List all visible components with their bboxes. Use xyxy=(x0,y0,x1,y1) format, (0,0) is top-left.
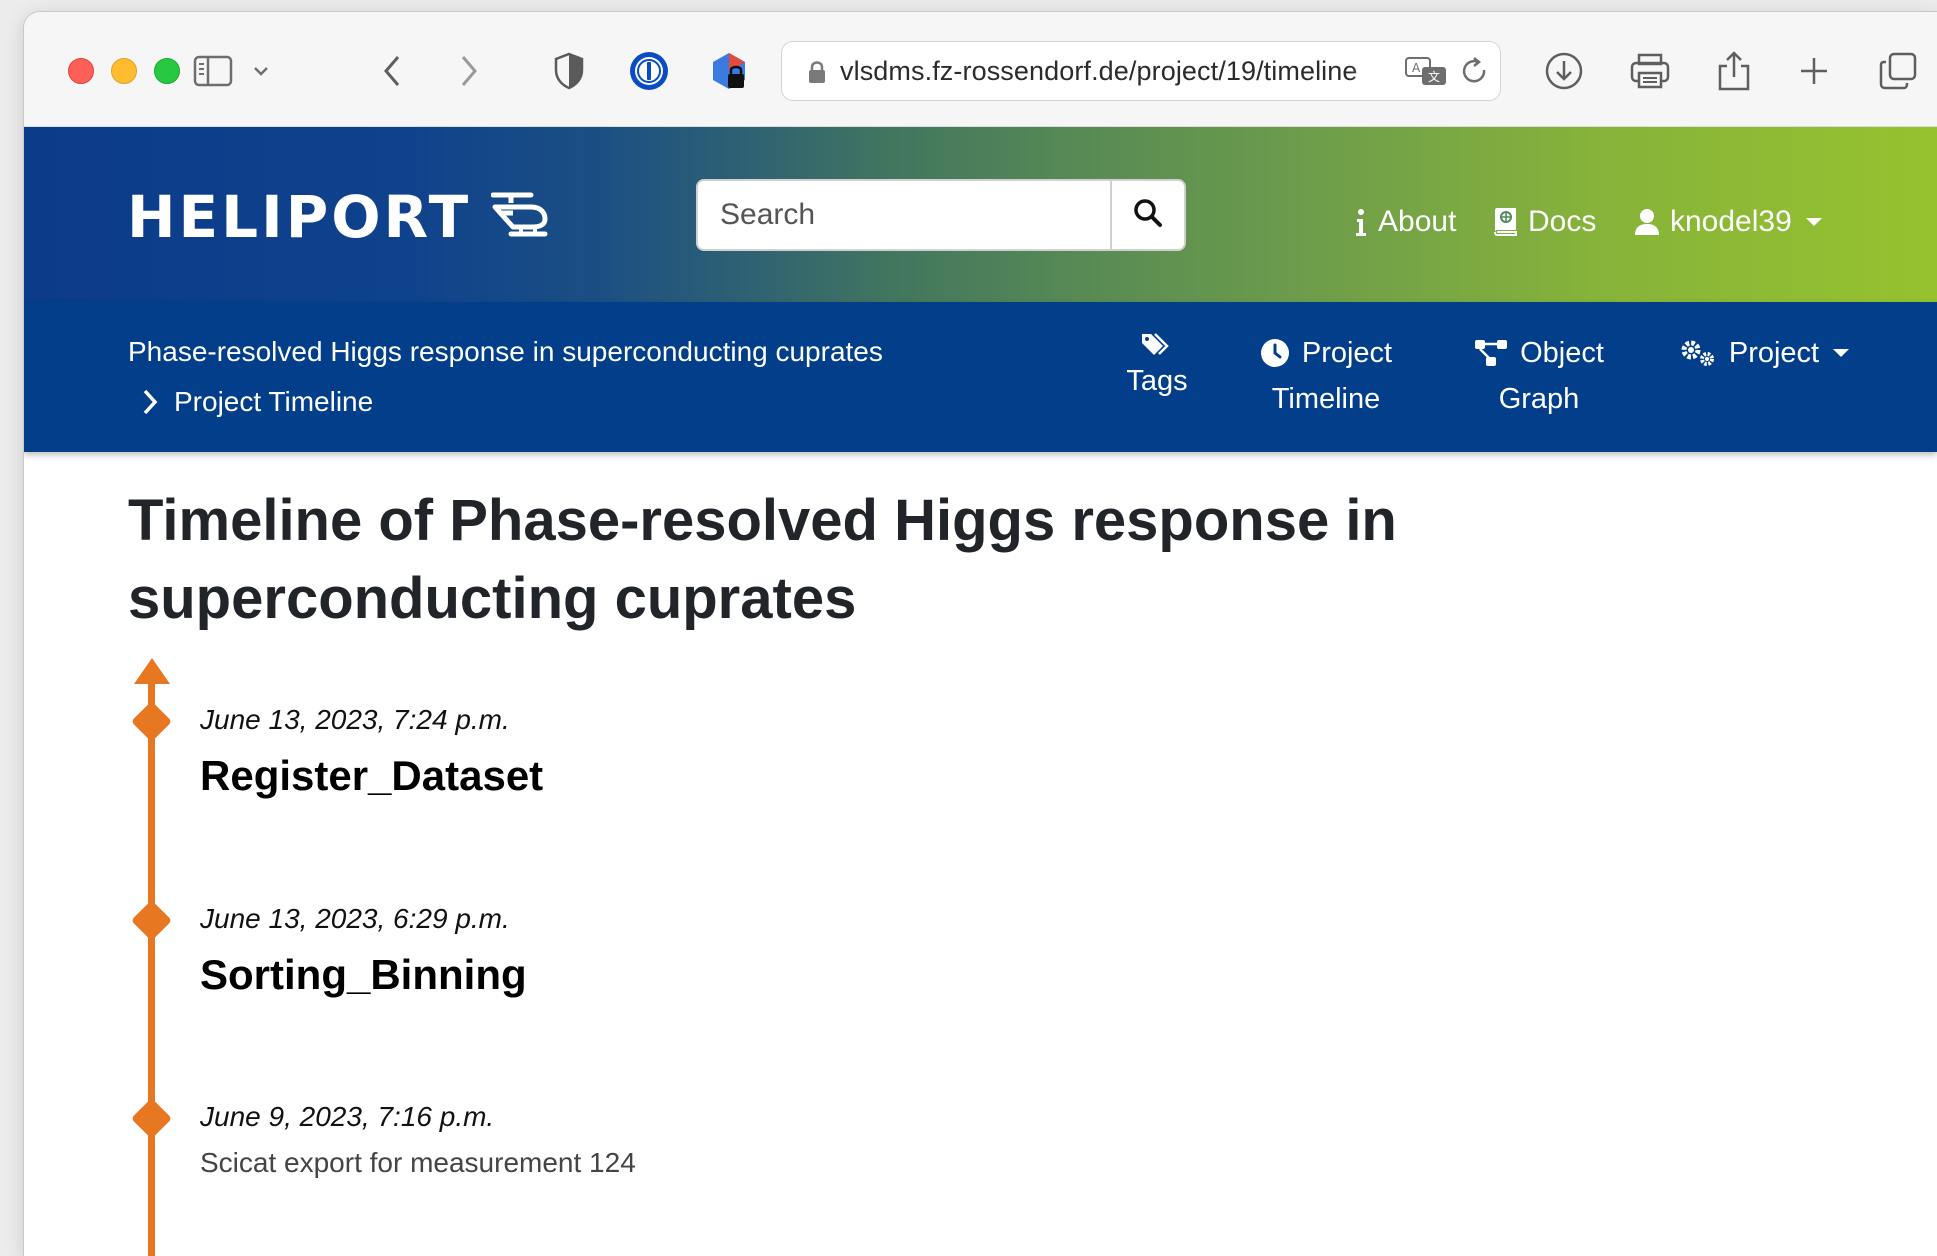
extension-lock-icon[interactable] xyxy=(706,48,752,94)
user-menu-dropdown[interactable]: knodel39 xyxy=(1634,205,1822,239)
reload-icon[interactable] xyxy=(1460,56,1490,93)
minimize-window-button[interactable] xyxy=(111,58,137,84)
nav-tags-link[interactable]: Tags xyxy=(1100,330,1214,404)
search-button[interactable] xyxy=(1110,179,1186,251)
caret-down-icon xyxy=(1833,349,1850,357)
nav-about-label: About xyxy=(1378,205,1457,238)
timeline-marker xyxy=(130,899,173,942)
event-title[interactable]: Sorting_Binning xyxy=(200,951,527,999)
event-title[interactable]: Register_Dataset xyxy=(200,752,543,800)
info-icon xyxy=(1354,207,1368,237)
site-header: HELIPORT About Docs xyxy=(24,127,1937,302)
nav-object-graph-link[interactable]: Object Graph xyxy=(1439,330,1639,422)
book-icon xyxy=(1492,207,1518,237)
download-icon[interactable] xyxy=(1542,48,1586,94)
timeline-marker xyxy=(130,1097,173,1140)
privacy-shield-icon[interactable] xyxy=(549,48,589,94)
share-icon[interactable] xyxy=(1714,48,1754,94)
breadcrumb-project-link[interactable]: Phase-resolved Higgs response in superco… xyxy=(128,336,883,368)
nav-docs-link[interactable]: Docs xyxy=(1492,205,1596,239)
svg-text:A: A xyxy=(1412,61,1421,75)
lock-icon xyxy=(808,60,826,89)
timeline-marker xyxy=(130,700,173,743)
search-icon xyxy=(1133,198,1163,233)
project-menu-label: Project xyxy=(1728,337,1820,369)
browser-window: vlsdms.fz-rossendorf.de/project/19/timel… xyxy=(24,12,1937,1256)
zoom-window-button[interactable] xyxy=(154,58,180,84)
heliport-logo[interactable]: HELIPORT xyxy=(127,183,549,251)
print-icon[interactable] xyxy=(1628,48,1672,94)
address-bar[interactable]: vlsdms.fz-rossendorf.de/project/19/timel… xyxy=(781,41,1501,101)
browser-toolbar: vlsdms.fz-rossendorf.de/project/19/timel… xyxy=(24,12,1937,127)
breadcrumb-current-label: Project Timeline xyxy=(174,386,374,417)
brand-name: HELIPORT xyxy=(127,183,472,251)
url-text: vlsdms.fz-rossendorf.de/project/19/timel… xyxy=(840,55,1358,86)
new-tab-icon[interactable] xyxy=(1794,48,1834,94)
nav-tags-label: Tags xyxy=(1126,365,1188,397)
cogs-icon xyxy=(1679,338,1717,368)
clock-icon xyxy=(1260,338,1290,368)
project-subnav: Phase-resolved Higgs response in superco… xyxy=(24,302,1937,452)
nav-graph-label-1: Object xyxy=(1520,337,1604,369)
close-window-button[interactable] xyxy=(68,58,94,84)
timeline-line xyxy=(148,680,155,1256)
event-date: June 13, 2023, 6:29 p.m. xyxy=(200,903,510,934)
sidebar-toggle-icon[interactable] xyxy=(189,48,237,94)
tags-icon xyxy=(1140,330,1174,358)
chevron-down-icon[interactable] xyxy=(246,48,276,94)
helicopter-icon xyxy=(490,183,549,251)
search-form xyxy=(696,179,1186,251)
search-input[interactable] xyxy=(696,179,1110,251)
chevron-right-icon xyxy=(142,388,158,416)
graph-icon xyxy=(1474,339,1508,367)
user-icon xyxy=(1634,208,1660,236)
user-name: knodel39 xyxy=(1670,205,1792,238)
event-date: June 9, 2023, 7:16 p.m. xyxy=(200,1101,495,1132)
svg-text:文: 文 xyxy=(1428,69,1440,84)
event-description: Scicat export for measurement 124 xyxy=(200,1147,636,1178)
nav-timeline-label-1: Project xyxy=(1301,337,1393,369)
project-menu-dropdown[interactable]: Project xyxy=(1654,330,1874,376)
tab-overview-icon[interactable] xyxy=(1876,48,1920,94)
password-manager-icon[interactable] xyxy=(626,48,672,94)
nav-graph-label-2: Graph xyxy=(1498,383,1580,415)
nav-docs-label: Docs xyxy=(1528,205,1597,238)
breadcrumb-current: Project Timeline xyxy=(142,386,373,418)
translate-icon[interactable]: A文 xyxy=(1404,56,1448,93)
event-date: June 13, 2023, 7:24 p.m. xyxy=(200,704,510,735)
caret-down-icon xyxy=(1805,218,1822,226)
nav-about-link[interactable]: About xyxy=(1354,205,1456,239)
nav-project-timeline-link[interactable]: Project Timeline xyxy=(1236,330,1416,422)
nav-timeline-label-2: Timeline xyxy=(1271,383,1381,415)
forward-arrow-icon[interactable] xyxy=(449,48,489,94)
back-arrow-icon[interactable] xyxy=(372,48,412,94)
page-title: Timeline of Phase-resolved Higgs respons… xyxy=(128,488,1397,631)
